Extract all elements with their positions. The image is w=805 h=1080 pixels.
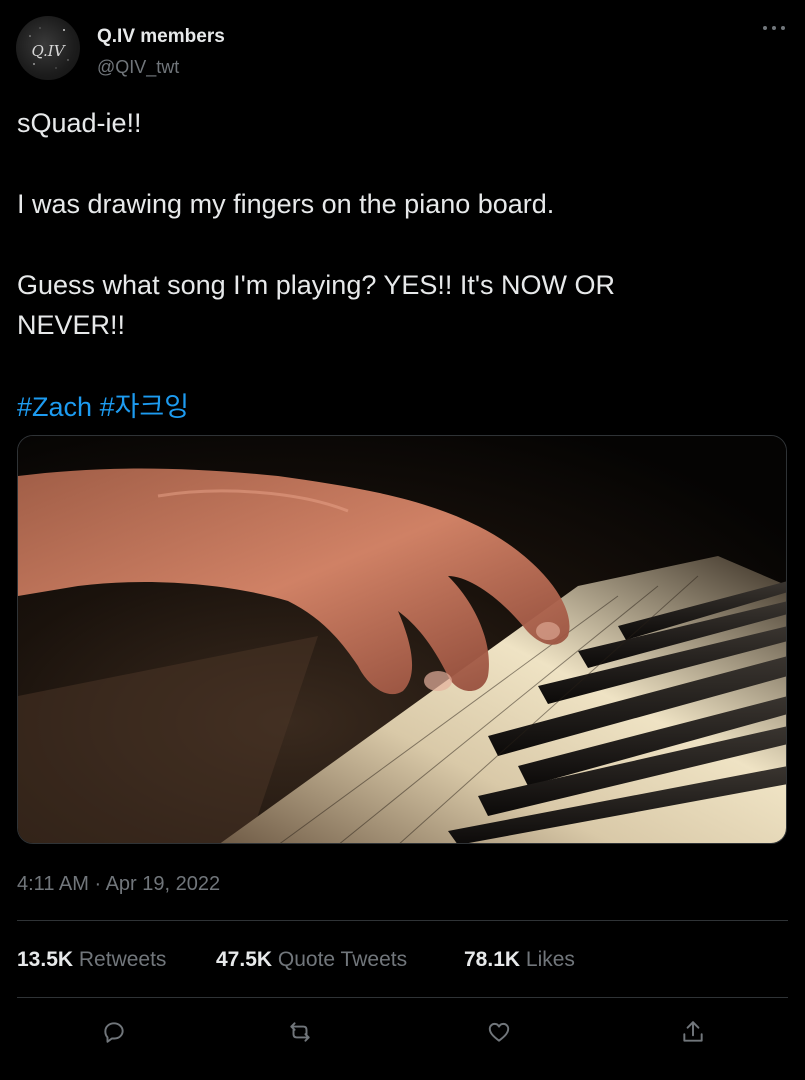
svg-text:Q.IV: Q.IV bbox=[31, 42, 66, 60]
tweet-line: Guess what song I'm playing? YES!! It's … bbox=[17, 270, 616, 340]
piano-hand-image bbox=[18, 436, 786, 843]
quote-tweets-label: Quote Tweets bbox=[277, 948, 408, 971]
display-name[interactable]: Q.IV members bbox=[97, 26, 225, 48]
hashtags: #Zach #자크잉 bbox=[17, 387, 189, 427]
like-icon[interactable] bbox=[479, 1012, 519, 1052]
quote-tweets-count: 47.5K bbox=[216, 948, 273, 971]
tweet-line: I was drawing my fingers on the piano bo… bbox=[17, 189, 555, 219]
tweet-timestamp[interactable]: 4:11 AM · Apr 19, 2022 bbox=[17, 873, 220, 896]
avatar-logo-icon: Q.IV bbox=[29, 27, 69, 69]
retweets-label: Retweets bbox=[78, 948, 167, 971]
likes-label: Likes bbox=[525, 948, 575, 971]
reply-icon[interactable] bbox=[94, 1012, 134, 1052]
likes-stat[interactable]: 78.1K Likes bbox=[464, 948, 575, 972]
avatar[interactable]: Q.IV bbox=[16, 16, 80, 80]
tweet-photo[interactable] bbox=[17, 435, 787, 844]
quote-tweets-stat[interactable]: 47.5K Quote Tweets bbox=[216, 948, 407, 972]
retweet-icon[interactable] bbox=[280, 1012, 320, 1052]
tweet-header: Q.IV Q.IV members @QIV_twt bbox=[16, 16, 789, 80]
hashtag-link[interactable]: #자크잉 bbox=[100, 392, 190, 422]
divider bbox=[17, 997, 788, 998]
more-options-icon[interactable] bbox=[759, 18, 789, 38]
divider bbox=[17, 920, 788, 921]
tweet-line: sQuad-ie!! bbox=[17, 108, 142, 138]
tweet-actions bbox=[0, 1012, 805, 1052]
retweets-stat[interactable]: 13.5K Retweets bbox=[17, 948, 166, 972]
likes-count: 78.1K bbox=[464, 948, 521, 971]
user-handle[interactable]: @QIV_twt bbox=[97, 57, 179, 78]
share-icon[interactable] bbox=[673, 1012, 713, 1052]
hashtag-link[interactable]: #Zach bbox=[17, 392, 92, 422]
retweets-count: 13.5K bbox=[17, 948, 74, 971]
